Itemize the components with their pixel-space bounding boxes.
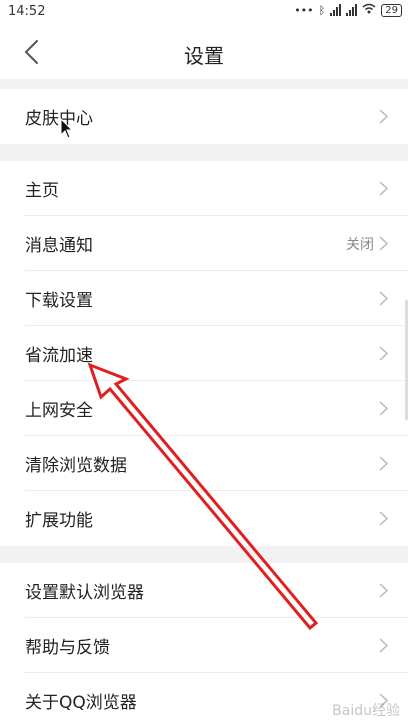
page-title: 设置 xyxy=(184,44,224,68)
chevron-right-icon xyxy=(379,291,388,306)
settings-item-download[interactable]: 下载设置 xyxy=(0,271,408,326)
chevron-right-icon xyxy=(379,236,388,251)
settings-item-label: 主页 xyxy=(25,181,59,201)
chevron-right-icon xyxy=(379,511,388,526)
settings-header: 设置 xyxy=(0,26,408,79)
status-time: 14:52 xyxy=(8,4,46,19)
battery-icon: 29 xyxy=(381,3,402,17)
chevron-right-icon xyxy=(379,401,388,416)
status-icons: ••• ᛒ 29 xyxy=(294,3,402,17)
chevron-right-icon xyxy=(379,583,388,598)
settings-item-label: 清除浏览数据 xyxy=(25,456,127,476)
section-gap xyxy=(0,79,408,89)
mouse-cursor-icon xyxy=(60,118,74,139)
settings-item-homepage[interactable]: 主页 xyxy=(0,161,408,216)
settings-item-browsing-security[interactable]: 上网安全 xyxy=(0,381,408,436)
signal-2-icon xyxy=(346,4,358,16)
more-dots-icon: ••• xyxy=(294,3,314,17)
settings-item-data-saver[interactable]: 省流加速 xyxy=(0,326,408,381)
status-bar: 14:52 ••• ᛒ 29 xyxy=(0,0,408,26)
chevron-right-icon xyxy=(379,638,388,653)
chevron-right-icon xyxy=(379,181,388,196)
chevron-right-icon xyxy=(379,109,388,124)
settings-item-label: 设置默认浏览器 xyxy=(25,583,144,603)
settings-item-label: 扩展功能 xyxy=(25,511,93,531)
section-gap xyxy=(0,546,408,563)
settings-item-label: 消息通知 xyxy=(25,236,93,256)
settings-item-label: 关于QQ浏览器 xyxy=(25,693,137,713)
chevron-right-icon xyxy=(379,346,388,361)
signal-icon xyxy=(330,4,342,16)
settings-item-label: 上网安全 xyxy=(25,401,93,421)
watermark: Baidu经验 xyxy=(332,703,400,719)
settings-item-clear-browsing-data[interactable]: 清除浏览数据 xyxy=(0,436,408,491)
settings-item-value: 关闭 xyxy=(346,237,374,253)
bluetooth-icon: ᛒ xyxy=(318,3,326,17)
settings-item-notifications[interactable]: 消息通知 关闭 xyxy=(0,216,408,271)
section-gap xyxy=(0,144,408,161)
settings-item-label: 皮肤中心 xyxy=(25,109,93,129)
settings-item-extensions[interactable]: 扩展功能 xyxy=(0,491,408,546)
chevron-right-icon xyxy=(379,456,388,471)
settings-item-default-browser[interactable]: 设置默认浏览器 xyxy=(0,563,408,618)
wifi-icon xyxy=(362,3,376,17)
settings-item-label: 省流加速 xyxy=(25,346,93,366)
settings-item-label: 下载设置 xyxy=(25,291,93,311)
settings-item-help-feedback[interactable]: 帮助与反馈 xyxy=(0,618,408,673)
settings-item-label: 帮助与反馈 xyxy=(25,638,110,658)
